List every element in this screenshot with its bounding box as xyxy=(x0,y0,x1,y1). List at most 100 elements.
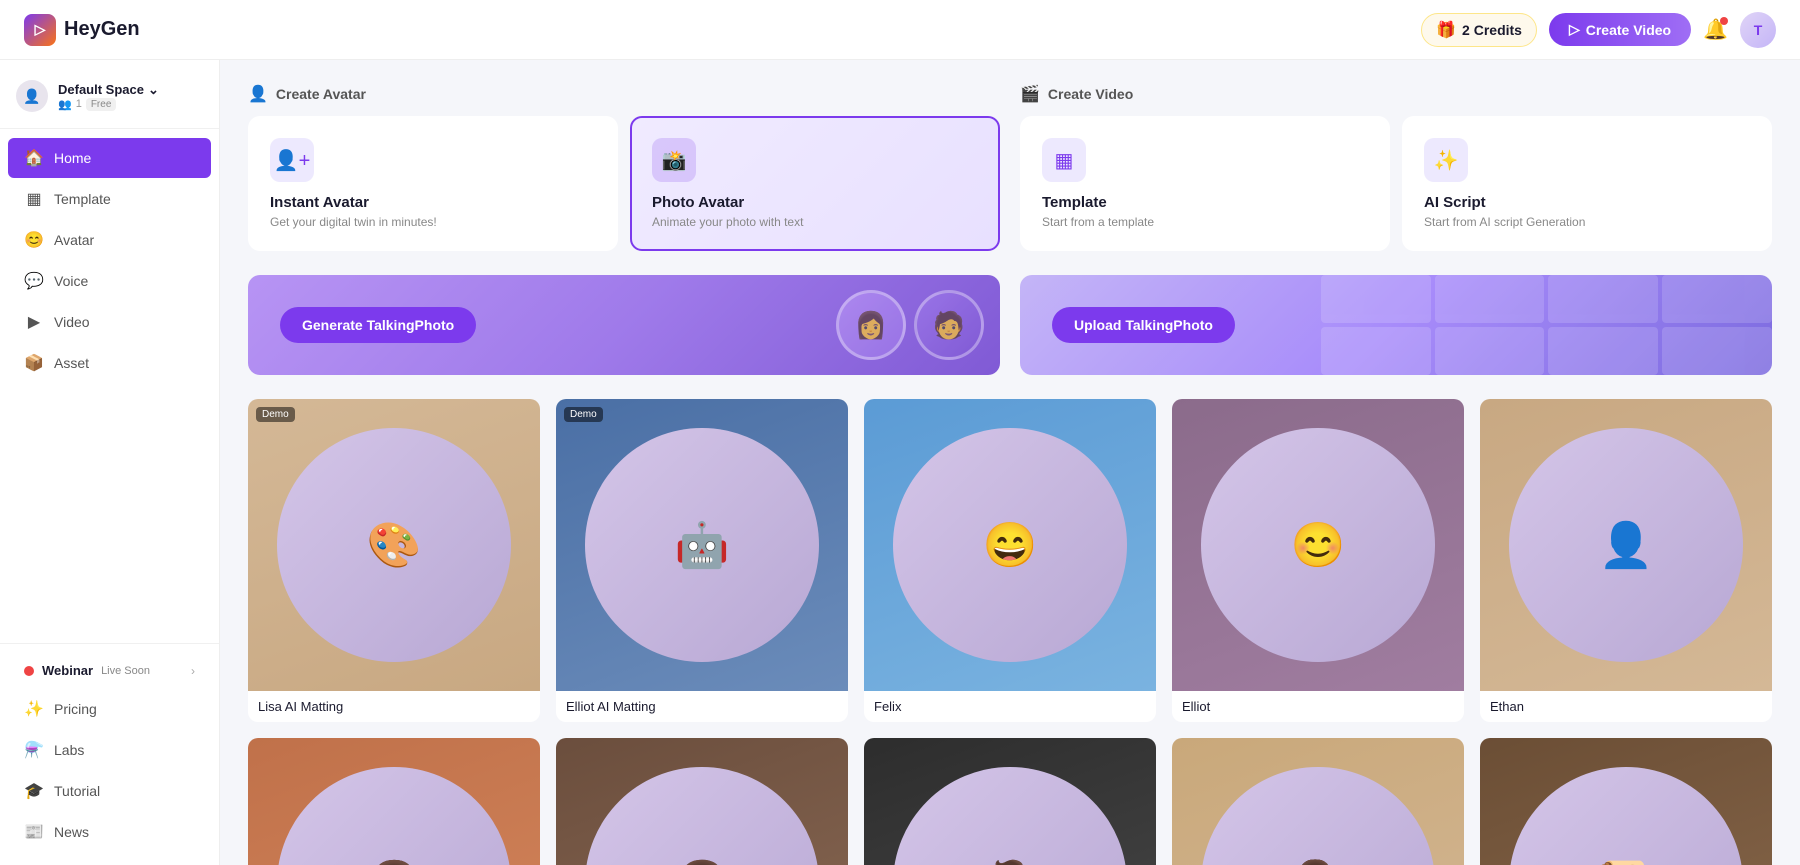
grid-cell-5 xyxy=(1321,327,1431,375)
create-avatar-section: 👤 Create Avatar 👤+ Instant Avatar Get yo… xyxy=(248,84,1000,251)
workspace-selector[interactable]: 👤 Default Space ⌄ 👥 1 Free xyxy=(0,72,219,129)
banner-figures-left: 👩 🧑 xyxy=(836,275,1000,375)
generate-talkingphoto-label: Generate TalkingPhoto xyxy=(302,317,454,333)
home-icon: 🏠 xyxy=(24,148,44,168)
sidebar-item-labs[interactable]: ⚗️ Labs xyxy=(8,730,211,770)
grid-cell-3 xyxy=(1548,275,1658,323)
instant-avatar-icon: 👤+ xyxy=(270,138,314,182)
avatar-grid-section: Demo 🎨 Lisa AI Matting Demo 🤖 Elliot AI … xyxy=(248,399,1772,865)
template-card-desc: Start from a template xyxy=(1042,215,1368,229)
sidebar-item-news[interactable]: 📰 News xyxy=(8,812,211,852)
sidebar-item-tutorial[interactable]: 🎓 Tutorial xyxy=(8,771,211,811)
grid-cell-8 xyxy=(1662,327,1772,375)
avatar-card[interactable]: 👦 Liam xyxy=(556,738,848,865)
avatar-face: 😄 xyxy=(893,428,1127,662)
user-avatar-button[interactable]: T xyxy=(1740,12,1776,48)
avatar-card[interactable]: Demo 🎨 Lisa AI Matting xyxy=(248,399,540,722)
avatar-face: 😊 xyxy=(1201,428,1435,662)
logo: ▷ HeyGen xyxy=(24,14,140,46)
app-name: HeyGen xyxy=(64,18,140,41)
template-card[interactable]: ▦ Template Start from a template xyxy=(1020,116,1390,251)
topnav: ▷ HeyGen 🎁 2 Credits ▷ Create Video 🔔 T xyxy=(0,0,1800,60)
sidebar-item-avatar[interactable]: 😊 Avatar xyxy=(8,220,211,260)
avatar-face: 👤 xyxy=(1509,428,1743,662)
avatar-image: 📜 xyxy=(1480,738,1772,865)
avatar-card[interactable]: 👩‍🎨 Lisa xyxy=(1172,738,1464,865)
sidebar-nav: 🏠 Home ▦ Template 😊 Avatar 💬 Voice ▶ Vid… xyxy=(0,137,219,643)
webinar-item[interactable]: Webinar Live Soon › xyxy=(8,653,211,688)
sidebar-item-labs-label: Labs xyxy=(54,742,84,758)
sidebar-item-pricing[interactable]: ✨ Pricing xyxy=(8,689,211,729)
avatar-name: Elliot AI Matting xyxy=(556,691,848,722)
workspace-info: Default Space ⌄ 👥 1 Free xyxy=(58,82,203,111)
sidebar-bottom: Webinar Live Soon › ✨ Pricing ⚗️ Labs 🎓 … xyxy=(0,643,219,853)
sidebar-item-video-label: Video xyxy=(54,314,90,330)
photo-avatar-title: Photo Avatar xyxy=(652,194,978,211)
ai-script-title: AI Script xyxy=(1424,194,1750,211)
topnav-right: 🎁 2 Credits ▷ Create Video 🔔 T xyxy=(1421,12,1776,48)
create-avatar-label: Create Avatar xyxy=(276,86,366,102)
upload-talkingphoto-label: Upload TalkingPhoto xyxy=(1074,317,1213,333)
banner-avatar-1: 👩 xyxy=(836,290,906,360)
avatar-card[interactable]: 📜 Shakespeare xyxy=(1480,738,1772,865)
sidebar-item-video[interactable]: ▶ Video xyxy=(8,302,211,342)
workspace-chevron: ⌄ xyxy=(148,82,159,98)
avatar-cards-row: 👤+ Instant Avatar Get your digital twin … xyxy=(248,116,1000,251)
webinar-label: Webinar xyxy=(42,663,93,678)
sidebar-item-avatar-label: Avatar xyxy=(54,232,94,248)
ai-script-card[interactable]: ✨ AI Script Start from AI script Generat… xyxy=(1402,116,1772,251)
template-card-title: Template xyxy=(1042,194,1368,211)
avatar-face: 🧔 xyxy=(893,767,1127,865)
video-cards-row: ▦ Template Start from a template ✨ AI Sc… xyxy=(1020,116,1772,251)
main-layout: 👤 Default Space ⌄ 👥 1 Free 🏠 Home ▦ xyxy=(0,60,1800,865)
generate-talkingphoto-banner[interactable]: Generate TalkingPhoto 👩 🧑 xyxy=(248,275,1000,375)
sidebar-item-tutorial-label: Tutorial xyxy=(54,783,100,799)
avatar-name: Ethan xyxy=(1480,691,1772,722)
create-video-button[interactable]: ▷ Create Video xyxy=(1549,13,1691,46)
instant-avatar-card[interactable]: 👤+ Instant Avatar Get your digital twin … xyxy=(248,116,618,251)
sidebar-item-template-label: Template xyxy=(54,191,111,207)
upload-talkingphoto-button[interactable]: Upload TalkingPhoto xyxy=(1052,307,1235,343)
webinar-status: Live Soon xyxy=(101,665,150,677)
tutorial-icon: 🎓 xyxy=(24,781,44,801)
pricing-icon: ✨ xyxy=(24,699,44,719)
users-icon: 👥 xyxy=(58,98,72,111)
avatar-card[interactable]: 🧔 Harry xyxy=(864,738,1156,865)
credits-button[interactable]: 🎁 2 Credits xyxy=(1421,13,1537,47)
avatar-image: 👦 xyxy=(556,738,848,865)
sidebar-item-template[interactable]: ▦ Template xyxy=(8,179,211,219)
sidebar-item-home-label: Home xyxy=(54,150,91,166)
workspace-icon: 👤 xyxy=(16,80,48,112)
ai-script-icon: ✨ xyxy=(1424,138,1468,182)
avatar-card[interactable]: 👩 Olivia xyxy=(248,738,540,865)
logo-icon: ▷ xyxy=(24,14,56,46)
create-video-header: 🎬 Create Video xyxy=(1020,84,1772,104)
generate-talkingphoto-button[interactable]: Generate TalkingPhoto xyxy=(280,307,476,343)
avatar-card[interactable]: 😄 Felix xyxy=(864,399,1156,722)
notification-dot xyxy=(1720,17,1728,25)
notification-button[interactable]: 🔔 xyxy=(1703,17,1728,42)
photo-avatar-card[interactable]: 📸 Photo Avatar Animate your photo with t… xyxy=(630,116,1000,251)
avatar-card[interactable]: 👤 Ethan xyxy=(1480,399,1772,722)
video-icon: ▶ xyxy=(24,312,44,332)
create-video-section-icon: 🎬 xyxy=(1020,84,1040,104)
grid-cell-7 xyxy=(1548,327,1658,375)
avatar-face: 🎨 xyxy=(277,428,511,662)
create-video-section-label: Create Video xyxy=(1048,86,1133,102)
upload-talkingphoto-banner[interactable]: Upload TalkingPhoto xyxy=(1020,275,1772,375)
avatar-face: 👩‍🎨 xyxy=(1201,767,1435,865)
workspace-meta: 👥 1 Free xyxy=(58,98,203,111)
avatar-card[interactable]: Demo 🤖 Elliot AI Matting xyxy=(556,399,848,722)
banner-grid xyxy=(1321,275,1772,375)
sidebar-item-voice[interactable]: 💬 Voice xyxy=(8,261,211,301)
grid-cell-6 xyxy=(1435,327,1545,375)
template-card-icon: ▦ xyxy=(1042,138,1086,182)
avatar-card[interactable]: 😊 Elliot xyxy=(1172,399,1464,722)
sidebar-item-asset[interactable]: 📦 Asset xyxy=(8,343,211,383)
sidebar-item-home[interactable]: 🏠 Home xyxy=(8,138,211,178)
avatar-face: 📜 xyxy=(1509,767,1743,865)
avatar-grid: Demo 🎨 Lisa AI Matting Demo 🤖 Elliot AI … xyxy=(248,399,1772,865)
labs-icon: ⚗️ xyxy=(24,740,44,760)
user-initial: T xyxy=(1754,22,1763,38)
avatar-face: 👩 xyxy=(277,767,511,865)
